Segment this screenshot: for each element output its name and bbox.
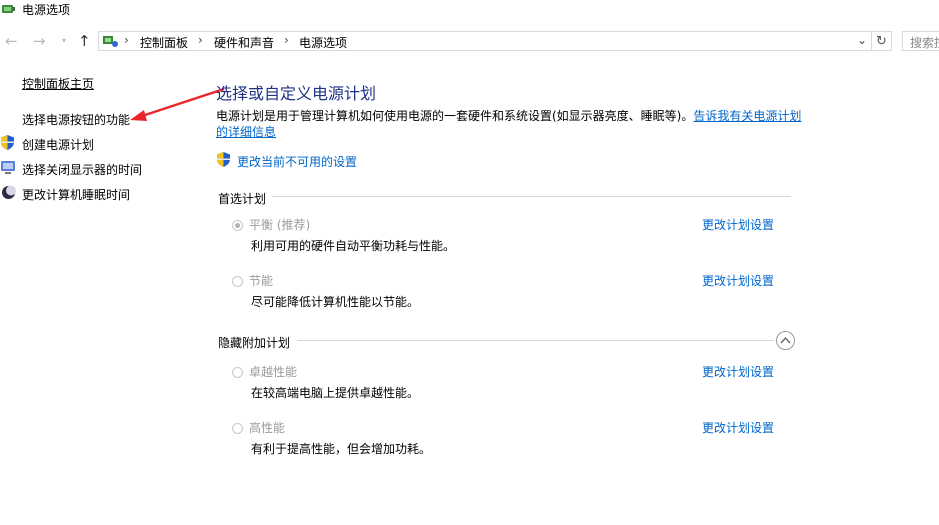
- change-plan-settings-balanced[interactable]: 更改计划设置: [702, 216, 774, 233]
- plan-name-balanced[interactable]: 平衡 (推荐): [249, 216, 310, 233]
- address-dropdown-button[interactable]: ⌄: [857, 33, 867, 47]
- page-description: 电源计划是用于管理计算机如何使用电源的一套硬件和系统设置(如显示器亮度、睡眠等)…: [216, 108, 806, 140]
- plan-name-power-saver[interactable]: 节能: [249, 272, 273, 289]
- monitor-icon: [1, 161, 15, 174]
- sidebar-item-display-timeout[interactable]: 选择关闭显示器的时间: [22, 161, 142, 178]
- breadcrumb-separator[interactable]: ›: [198, 33, 203, 47]
- refresh-button[interactable]: ↻: [872, 31, 892, 51]
- change-plan-settings-power-saver[interactable]: 更改计划设置: [702, 272, 774, 289]
- window-title: 电源选项: [22, 3, 71, 17]
- shield-icon: [217, 152, 230, 167]
- power-options-icon: [2, 5, 15, 13]
- plan-radio-balanced[interactable]: [232, 220, 243, 231]
- annotation-arrow: [130, 87, 225, 121]
- change-unavailable-settings-link[interactable]: 更改当前不可用的设置: [237, 153, 357, 170]
- plan-radio-ultimate-performance[interactable]: [232, 367, 243, 378]
- collapse-hidden-plans-button[interactable]: [776, 331, 795, 350]
- breadcrumb-separator: ›: [124, 33, 129, 47]
- control-panel-home-link[interactable]: 控制面板主页: [22, 75, 94, 92]
- back-button[interactable]: ←: [5, 32, 18, 50]
- arrow-left-icon: ←: [5, 32, 18, 50]
- preferred-plans-label: 首选计划: [218, 192, 267, 206]
- breadcrumb-power-options[interactable]: 电源选项: [299, 34, 347, 51]
- chevron-down-icon: ▾: [62, 36, 67, 45]
- breadcrumb-hardware-sound[interactable]: 硬件和声音: [214, 34, 274, 51]
- arrow-right-icon: →: [33, 32, 46, 50]
- hidden-plans-label: 隐藏附加计划: [218, 336, 291, 350]
- plan-desc-high-performance: 有利于提高性能，但会增加功耗。: [251, 442, 432, 456]
- arrow-up-icon: ↑: [78, 32, 91, 50]
- divider: [297, 340, 774, 341]
- chevron-down-icon: ⌄: [857, 33, 868, 47]
- forward-button[interactable]: →: [33, 32, 46, 50]
- breadcrumb-separator[interactable]: ›: [284, 33, 289, 47]
- annotation-arrow-head: [130, 110, 147, 121]
- sidebar-item-power-button[interactable]: 选择电源按钮的功能: [22, 111, 130, 128]
- description-text: 电源计划是用于管理计算机如何使用电源的一套硬件和系统设置(如显示器亮度、睡眠等)…: [216, 109, 694, 123]
- address-bar[interactable]: › 控制面板 › 硬件和声音 › 电源选项 ⌄: [98, 31, 872, 51]
- sidebar-item-sleep-time[interactable]: 更改计算机睡眠时间: [22, 186, 130, 203]
- search-input[interactable]: 搜索控: [902, 31, 939, 51]
- change-plan-settings-high-performance[interactable]: 更改计划设置: [702, 419, 774, 436]
- page-title: 选择或自定义电源计划: [216, 84, 377, 103]
- control-panel-icon: [103, 36, 118, 47]
- plan-desc-ultimate-performance: 在较高端电脑上提供卓越性能。: [251, 386, 420, 400]
- plan-radio-power-saver[interactable]: [232, 276, 243, 287]
- shield-icon: [1, 135, 14, 150]
- moon-icon: [2, 185, 16, 199]
- plan-desc-power-saver: 尽可能降低计算机性能以节能。: [251, 295, 420, 309]
- plan-name-ultimate-performance[interactable]: 卓越性能: [249, 363, 297, 380]
- divider: [272, 196, 791, 197]
- breadcrumb-control-panel[interactable]: 控制面板: [140, 34, 188, 51]
- change-plan-settings-ultimate-performance[interactable]: 更改计划设置: [702, 363, 774, 380]
- recent-locations-button[interactable]: ▾: [62, 36, 66, 45]
- plan-radio-high-performance[interactable]: [232, 423, 243, 434]
- sidebar-item-create-plan[interactable]: 创建电源计划: [22, 136, 94, 153]
- up-button[interactable]: ↑: [78, 32, 91, 50]
- plan-desc-balanced: 利用可用的硬件自动平衡功耗与性能。: [251, 239, 456, 253]
- annotation-arrow-shaft: [141, 87, 225, 118]
- refresh-icon: ↻: [876, 34, 887, 49]
- plan-name-high-performance[interactable]: 高性能: [249, 419, 285, 436]
- chevron-up-icon: [780, 336, 791, 344]
